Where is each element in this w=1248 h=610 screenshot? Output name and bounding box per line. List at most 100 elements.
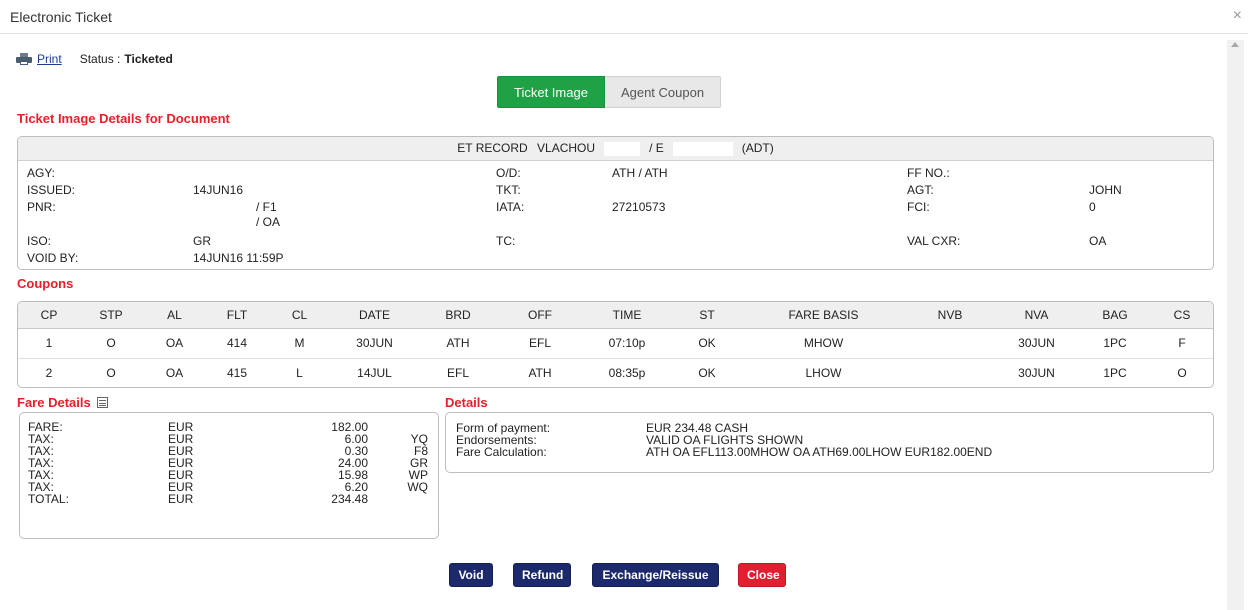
void-button[interactable]: Void (449, 563, 493, 587)
table-cell: F (1151, 328, 1213, 359)
table-cell: EFL (499, 328, 581, 359)
vertical-scrollbar[interactable] (1227, 40, 1244, 610)
od-label: O/D: (496, 166, 521, 180)
close-icon[interactable]: × (1233, 8, 1242, 24)
detail-row: Form of payment: EUR 234.48 CASH (456, 422, 1213, 434)
fare-code: WQ (407, 480, 428, 494)
fare-row: TAX: EUR 6.00 YQ (28, 433, 428, 445)
printer-icon[interactable] (16, 53, 32, 65)
window-titlebar: Electronic Ticket × (0, 0, 1248, 34)
table-cell: 1PC (1079, 328, 1151, 359)
table-cell: OK (673, 328, 741, 359)
table-cell: 1PC (1103, 366, 1127, 381)
table-cell: 30JUN (332, 328, 417, 359)
column-header: OFF (499, 302, 581, 329)
tab-ticket-image[interactable]: Ticket Image (497, 76, 605, 108)
toolbar: Print Status : Ticketed (16, 50, 173, 68)
iso-value: GR (193, 234, 211, 248)
passenger-name: VLACHOU (537, 141, 596, 155)
table-cell: OA (142, 328, 207, 359)
valcxr-value: OA (1089, 234, 1107, 248)
table-cell: EFL (446, 366, 469, 381)
pnr-label: PNR: (27, 200, 56, 214)
tc-label: TC: (496, 234, 516, 248)
table-cell: OK (698, 366, 716, 381)
iso-label: ISO: (27, 234, 52, 248)
tkt-label: TKT: (496, 183, 521, 197)
fare-details-panel: FARE: EUR 182.00 TAX: EUR 6.00 YQ TAX: E… (19, 412, 439, 539)
ticket-details-title: Ticket Image Details for Document (17, 111, 230, 126)
table-cell: 1 (18, 328, 80, 359)
column-header: AL (142, 302, 207, 329)
pnr-value-2: / OA (256, 215, 281, 229)
table-row: 1 O OA 414 M 30JUN ATH EFL 07:10p OK MHO… (18, 328, 1213, 359)
ffno-label: FF NO.: (907, 166, 950, 180)
table-cell: 2 (45, 366, 53, 381)
column-header: TIME (581, 302, 673, 329)
fci-label: FCI: (907, 200, 930, 214)
tab-agent-coupon[interactable]: Agent Coupon (604, 76, 722, 108)
close-button[interactable]: Close (738, 563, 786, 587)
table-cell: O (80, 328, 142, 359)
fare-row: FARE: EUR 182.00 (28, 421, 428, 433)
fare-label: TOTAL: (28, 492, 69, 506)
fare-row: TAX: EUR 0.30 F8 (28, 445, 428, 457)
issued-label: ISSUED: (27, 183, 76, 197)
column-header: STP (80, 302, 142, 329)
column-header: BRD (417, 302, 499, 329)
table-cell: OA (165, 366, 184, 381)
column-header: CS (1151, 302, 1213, 329)
exchange-reissue-button[interactable]: Exchange/Reissue (592, 563, 719, 587)
fare-row: TAX: EUR 15.98 WP (28, 469, 428, 481)
coupons-panel: CP STP AL FLT CL DATE BRD OFF TIME ST FA… (17, 301, 1214, 388)
column-header: NVB (906, 302, 994, 329)
table-cell: 415 (226, 366, 248, 381)
table-cell (906, 328, 994, 359)
passenger-first: / E (649, 141, 664, 155)
et-record-header: ET RECORD VLACHOU / E (ADT) (18, 137, 1213, 161)
coupons-header-row: CP STP AL FLT CL DATE BRD OFF TIME ST FA… (18, 302, 1213, 329)
details-list: Form of payment: EUR 234.48 CASH Endorse… (456, 422, 1213, 459)
agt-label: AGT: (907, 183, 934, 197)
fare-details-title: Fare Details (17, 395, 108, 410)
table-cell: M (267, 328, 332, 359)
print-link[interactable]: Print (37, 52, 62, 66)
status-value: Ticketed (124, 52, 173, 66)
column-header: FARE BASIS (741, 302, 906, 329)
agt-value: JOHN (1089, 183, 1122, 197)
voidby-value: 14JUN16 11:59P (193, 251, 284, 265)
scroll-up-arrow-icon[interactable] (1231, 42, 1239, 47)
pnr-value-1: / F1 (256, 200, 277, 214)
table-cell: 08:35p (608, 366, 646, 381)
iata-value: 27210573 (612, 200, 666, 214)
od-value: ATH / ATH (612, 166, 668, 180)
calculator-icon[interactable] (96, 397, 108, 408)
redacted-block (604, 141, 641, 156)
details-title: Details (445, 395, 488, 410)
coupons-table: CP STP AL FLT CL DATE BRD OFF TIME ST FA… (18, 302, 1213, 387)
column-header: FLT (207, 302, 267, 329)
ticket-details-panel: ET RECORD VLACHOU / E (ADT) AGY: ISSUED: 1… (17, 136, 1214, 270)
coupons-title: Coupons (17, 276, 74, 291)
table-cell: ATH (417, 328, 499, 359)
table-cell: LHOW (805, 366, 842, 381)
fare-row: TAX: EUR 6.20 WQ (28, 481, 428, 493)
voidby-label: VOID BY: (27, 251, 79, 265)
fci-value: 0 (1089, 200, 1096, 214)
fare-row-total: TOTAL: EUR 234.48 (28, 493, 428, 505)
agy-label: AGY: (27, 166, 56, 180)
column-header: CP (18, 302, 80, 329)
table-cell: 07:10p (581, 328, 673, 359)
fare-details-list: FARE: EUR 182.00 TAX: EUR 6.00 YQ TAX: E… (28, 421, 428, 505)
detail-value: ATH OA EFL113.00MHOW OA ATH69.00LHOW EUR… (646, 445, 993, 459)
refund-button[interactable]: Refund (513, 563, 571, 587)
column-header: DATE (332, 302, 417, 329)
table-cell: O (106, 366, 116, 381)
fare-details-label: Fare Details (17, 395, 91, 410)
et-record-label: ET RECORD (457, 141, 528, 155)
table-cell (906, 358, 994, 387)
table-cell: 14JUL (357, 366, 392, 381)
detail-row: Fare Calculation: ATH OA EFL113.00MHOW O… (456, 445, 1213, 459)
column-header: CL (267, 302, 332, 329)
status-label: Status : (79, 52, 121, 66)
